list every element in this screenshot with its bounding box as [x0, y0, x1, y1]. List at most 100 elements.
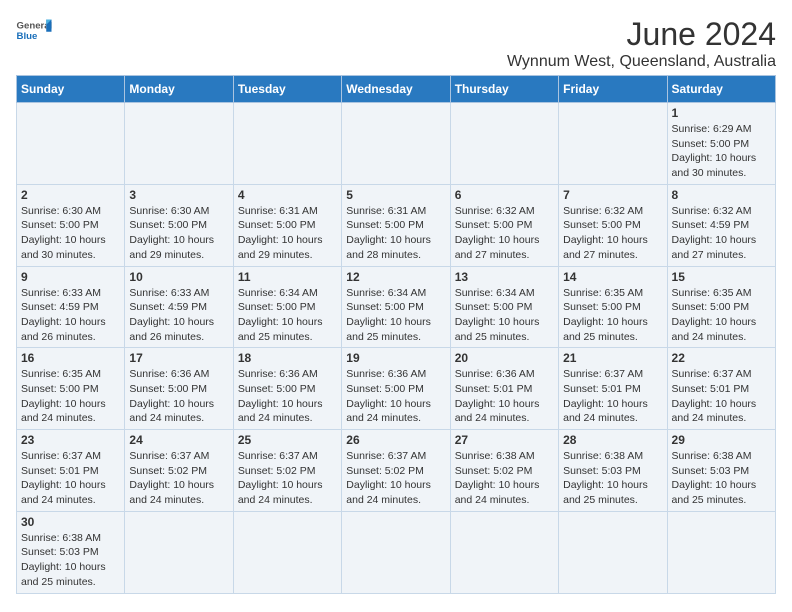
- day-number: 3: [129, 188, 228, 202]
- day-number: 19: [346, 351, 445, 365]
- day-number: 21: [563, 351, 662, 365]
- day-info: Sunrise: 6:32 AM Sunset: 4:59 PM Dayligh…: [672, 204, 771, 263]
- calendar-cell: [559, 103, 667, 185]
- day-number: 5: [346, 188, 445, 202]
- day-number: 11: [238, 270, 337, 284]
- day-number: 20: [455, 351, 554, 365]
- calendar-cell: 17 Sunrise: 6:36 AM Sunset: 5:00 PM Dayli…: [125, 348, 233, 430]
- logo: General Blue: [16, 16, 52, 44]
- day-number: 30: [21, 515, 120, 529]
- week-row-3: 9 Sunrise: 6:33 AM Sunset: 4:59 PM Daylig…: [17, 266, 776, 348]
- weekday-header-wednesday: Wednesday: [342, 76, 450, 103]
- calendar-cell: 10 Sunrise: 6:33 AM Sunset: 4:59 PM Dayli…: [125, 266, 233, 348]
- day-number: 10: [129, 270, 228, 284]
- calendar-cell: 30 Sunrise: 6:38 AM Sunset: 5:03 PM Dayli…: [17, 511, 125, 593]
- day-info: Sunrise: 6:36 AM Sunset: 5:00 PM Dayligh…: [129, 367, 228, 426]
- day-info: Sunrise: 6:37 AM Sunset: 5:01 PM Dayligh…: [21, 449, 120, 508]
- week-row-4: 16Sunrise: 6:35 AM Sunset: 5:00 PM Dayli…: [17, 348, 776, 430]
- calendar-cell: [450, 103, 558, 185]
- day-number: 18: [238, 351, 337, 365]
- day-number: 26: [346, 433, 445, 447]
- location-title: Wynnum West, Queensland, Australia: [507, 53, 776, 71]
- day-info: Sunrise: 6:38 AM Sunset: 5:03 PM Dayligh…: [672, 449, 771, 508]
- calendar-cell: 24Sunrise: 6:37 AM Sunset: 5:02 PM Dayli…: [125, 430, 233, 512]
- week-row-1: 1Sunrise: 6:29 AM Sunset: 5:00 PM Daylig…: [17, 103, 776, 185]
- title-area: June 2024 Wynnum West, Queensland, Austr…: [507, 16, 776, 71]
- calendar-cell: 16Sunrise: 6:35 AM Sunset: 5:00 PM Dayli…: [17, 348, 125, 430]
- day-info: Sunrise: 6:33 AM Sunset: 4:59 PM Dayligh…: [21, 286, 120, 345]
- day-number: 17: [129, 351, 228, 365]
- day-number: 4: [238, 188, 337, 202]
- calendar-cell: 26 Sunrise: 6:37 AM Sunset: 5:02 PM Dayli…: [342, 430, 450, 512]
- day-info: Sunrise: 6:33 AM Sunset: 4:59 PM Dayligh…: [129, 286, 228, 345]
- calendar-cell: 5 Sunrise: 6:31 AM Sunset: 5:00 PM Daylig…: [342, 184, 450, 266]
- header: General Blue June 2024 Wynnum West, Quee…: [16, 16, 776, 71]
- calendar-cell: [125, 103, 233, 185]
- day-info: Sunrise: 6:31 AM Sunset: 5:00 PM Dayligh…: [238, 204, 337, 263]
- calendar-cell: 9 Sunrise: 6:33 AM Sunset: 4:59 PM Daylig…: [17, 266, 125, 348]
- calendar-cell: [233, 511, 341, 593]
- calendar-cell: 27 Sunrise: 6:38 AM Sunset: 5:02 PM Dayli…: [450, 430, 558, 512]
- month-title: June 2024: [507, 16, 776, 53]
- day-info: Sunrise: 6:37 AM Sunset: 5:02 PM Dayligh…: [238, 449, 337, 508]
- day-number: 22: [672, 351, 771, 365]
- day-number: 15: [672, 270, 771, 284]
- weekday-header-thursday: Thursday: [450, 76, 558, 103]
- calendar-cell: [559, 511, 667, 593]
- calendar-cell: 1Sunrise: 6:29 AM Sunset: 5:00 PM Daylig…: [667, 103, 775, 185]
- day-info: Sunrise: 6:38 AM Sunset: 5:03 PM Dayligh…: [21, 531, 120, 590]
- weekday-header-sunday: Sunday: [17, 76, 125, 103]
- day-number: 14: [563, 270, 662, 284]
- weekday-header-friday: Friday: [559, 76, 667, 103]
- calendar-cell: 4 Sunrise: 6:31 AM Sunset: 5:00 PM Daylig…: [233, 184, 341, 266]
- day-number: 6: [455, 188, 554, 202]
- calendar-cell: [450, 511, 558, 593]
- weekday-header-tuesday: Tuesday: [233, 76, 341, 103]
- calendar-cell: 25Sunrise: 6:37 AM Sunset: 5:02 PM Dayli…: [233, 430, 341, 512]
- calendar-cell: 15 Sunrise: 6:35 AM Sunset: 5:00 PM Dayli…: [667, 266, 775, 348]
- calendar-cell: [125, 511, 233, 593]
- calendar-cell: [17, 103, 125, 185]
- day-number: 27: [455, 433, 554, 447]
- day-info: Sunrise: 6:34 AM Sunset: 5:00 PM Dayligh…: [455, 286, 554, 345]
- day-info: Sunrise: 6:38 AM Sunset: 5:02 PM Dayligh…: [455, 449, 554, 508]
- calendar-cell: 19Sunrise: 6:36 AM Sunset: 5:00 PM Dayli…: [342, 348, 450, 430]
- calendar-cell: 14 Sunrise: 6:35 AM Sunset: 5:00 PM Dayli…: [559, 266, 667, 348]
- day-info: Sunrise: 6:32 AM Sunset: 5:00 PM Dayligh…: [563, 204, 662, 263]
- calendar-cell: [342, 103, 450, 185]
- weekday-header-monday: Monday: [125, 76, 233, 103]
- calendar-cell: 23Sunrise: 6:37 AM Sunset: 5:01 PM Dayli…: [17, 430, 125, 512]
- day-info: Sunrise: 6:35 AM Sunset: 5:00 PM Dayligh…: [672, 286, 771, 345]
- calendar-cell: 12 Sunrise: 6:34 AM Sunset: 5:00 PM Dayli…: [342, 266, 450, 348]
- day-info: Sunrise: 6:37 AM Sunset: 5:01 PM Dayligh…: [563, 367, 662, 426]
- calendar-cell: 28Sunrise: 6:38 AM Sunset: 5:03 PM Dayli…: [559, 430, 667, 512]
- calendar-cell: 3Sunrise: 6:30 AM Sunset: 5:00 PM Daylig…: [125, 184, 233, 266]
- day-number: 8: [672, 188, 771, 202]
- day-info: Sunrise: 6:38 AM Sunset: 5:03 PM Dayligh…: [563, 449, 662, 508]
- calendar-cell: 8 Sunrise: 6:32 AM Sunset: 4:59 PM Daylig…: [667, 184, 775, 266]
- week-row-6: 30 Sunrise: 6:38 AM Sunset: 5:03 PM Dayli…: [17, 511, 776, 593]
- day-info: Sunrise: 6:37 AM Sunset: 5:02 PM Dayligh…: [129, 449, 228, 508]
- calendar-cell: 7 Sunrise: 6:32 AM Sunset: 5:00 PM Daylig…: [559, 184, 667, 266]
- calendar-cell: 11 Sunrise: 6:34 AM Sunset: 5:00 PM Dayli…: [233, 266, 341, 348]
- calendar-cell: 29Sunrise: 6:38 AM Sunset: 5:03 PM Dayli…: [667, 430, 775, 512]
- day-info: Sunrise: 6:35 AM Sunset: 5:00 PM Dayligh…: [563, 286, 662, 345]
- day-info: Sunrise: 6:37 AM Sunset: 5:02 PM Dayligh…: [346, 449, 445, 508]
- day-info: Sunrise: 6:34 AM Sunset: 5:00 PM Dayligh…: [238, 286, 337, 345]
- svg-text:Blue: Blue: [17, 31, 38, 42]
- calendar-cell: [342, 511, 450, 593]
- weekday-header-row: SundayMondayTuesdayWednesdayThursdayFrid…: [17, 76, 776, 103]
- day-number: 9: [21, 270, 120, 284]
- day-info: Sunrise: 6:31 AM Sunset: 5:00 PM Dayligh…: [346, 204, 445, 263]
- calendar-table: SundayMondayTuesdayWednesdayThursdayFrid…: [16, 75, 776, 594]
- week-row-5: 23Sunrise: 6:37 AM Sunset: 5:01 PM Dayli…: [17, 430, 776, 512]
- weekday-header-saturday: Saturday: [667, 76, 775, 103]
- calendar-cell: 20Sunrise: 6:36 AM Sunset: 5:01 PM Dayli…: [450, 348, 558, 430]
- day-info: Sunrise: 6:29 AM Sunset: 5:00 PM Dayligh…: [672, 122, 771, 181]
- calendar-cell: [233, 103, 341, 185]
- day-info: Sunrise: 6:32 AM Sunset: 5:00 PM Dayligh…: [455, 204, 554, 263]
- day-info: Sunrise: 6:34 AM Sunset: 5:00 PM Dayligh…: [346, 286, 445, 345]
- day-number: 7: [563, 188, 662, 202]
- day-number: 12: [346, 270, 445, 284]
- day-info: Sunrise: 6:35 AM Sunset: 5:00 PM Dayligh…: [21, 367, 120, 426]
